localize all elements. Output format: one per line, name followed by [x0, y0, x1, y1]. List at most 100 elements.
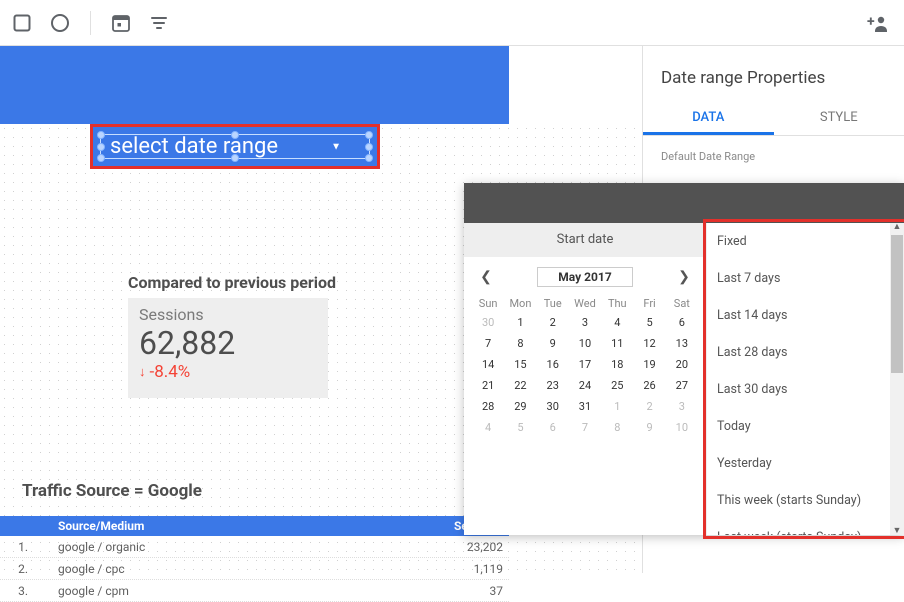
calendar-day[interactable]: 7: [569, 417, 601, 438]
section-default-date-range: Default Date Range: [643, 136, 904, 177]
resize-handle[interactable]: [365, 143, 373, 151]
calendar-day[interactable]: 10: [569, 333, 601, 354]
toolbar: +: [0, 0, 904, 46]
calendar-day[interactable]: 5: [633, 312, 665, 333]
calendar-day[interactable]: 29: [504, 396, 536, 417]
row-source: google / cpc: [40, 562, 413, 576]
row-sessions: 37: [413, 584, 503, 598]
calendar-column: Start date ❮ May 2017 ❯ SunMonTueWedThuF…: [464, 223, 706, 535]
resize-handle[interactable]: [97, 154, 105, 162]
calendar-day[interactable]: 30: [537, 396, 569, 417]
dow-label: Sat: [666, 297, 698, 310]
calendar-day[interactable]: 12: [633, 333, 665, 354]
range-option[interactable]: Last week (starts Sunday): [707, 519, 904, 535]
arrow-down-icon: ↓: [139, 364, 146, 380]
calendar-day[interactable]: 9: [633, 417, 665, 438]
date-range-selector[interactable]: select date range ▼: [90, 124, 380, 169]
calendar-day[interactable]: 16: [537, 354, 569, 375]
range-option[interactable]: Last 14 days: [707, 297, 904, 334]
prev-month-icon[interactable]: ❮: [476, 269, 496, 285]
calendar-day[interactable]: 14: [472, 354, 504, 375]
row-index: 1.: [0, 540, 40, 554]
row-sessions: 1,119: [413, 562, 503, 576]
next-month-icon[interactable]: ❯: [674, 269, 694, 285]
calendar-day[interactable]: 19: [633, 354, 665, 375]
filter-icon[interactable]: [147, 11, 171, 35]
calendar-month[interactable]: May 2017: [537, 267, 632, 287]
calendar-day[interactable]: 27: [666, 375, 698, 396]
range-option[interactable]: Last 7 days: [707, 260, 904, 297]
calendar-day[interactable]: 25: [601, 375, 633, 396]
calendar-day[interactable]: 4: [601, 312, 633, 333]
resize-handle[interactable]: [97, 143, 105, 151]
calendar-day[interactable]: 6: [666, 312, 698, 333]
calendar-day[interactable]: 8: [601, 417, 633, 438]
calendar-day[interactable]: 23: [537, 375, 569, 396]
dow-label: Mon: [504, 297, 536, 310]
tab-data[interactable]: DATA: [643, 100, 774, 135]
calendar-day[interactable]: 15: [504, 354, 536, 375]
range-option[interactable]: Fixed: [707, 223, 904, 260]
range-option[interactable]: Last 28 days: [707, 334, 904, 371]
toolbar-divider: [90, 11, 91, 35]
calendar-day[interactable]: 6: [537, 417, 569, 438]
resize-handle[interactable]: [365, 131, 373, 139]
scroll-down-icon[interactable]: ▼: [892, 526, 902, 536]
calendar-day[interactable]: 5: [504, 417, 536, 438]
calendar-day[interactable]: 9: [537, 333, 569, 354]
range-option[interactable]: This week (starts Sunday): [707, 482, 904, 519]
calendar-day[interactable]: 17: [569, 354, 601, 375]
report-header: [0, 46, 509, 124]
kpi-delta-value: -8.4%: [150, 362, 191, 382]
calendar-day[interactable]: 22: [504, 375, 536, 396]
range-option[interactable]: Yesterday: [707, 445, 904, 482]
dow-label: Sun: [472, 297, 504, 310]
calendar-day[interactable]: 28: [472, 396, 504, 417]
dow-label: Wed: [569, 297, 601, 310]
calendar-day[interactable]: 2: [537, 312, 569, 333]
table-row: 1.google / organic23,202: [0, 536, 509, 558]
circle-tool-icon[interactable]: [48, 11, 72, 35]
row-source: google / cpm: [40, 584, 413, 598]
calendar-day[interactable]: 8: [504, 333, 536, 354]
start-date-tab[interactable]: Start date: [464, 223, 706, 257]
resize-handle[interactable]: [97, 131, 105, 139]
calendar-day[interactable]: 31: [569, 396, 601, 417]
calendar-day[interactable]: 13: [666, 333, 698, 354]
calendar-day[interactable]: 24: [569, 375, 601, 396]
row-source: google / organic: [40, 540, 413, 554]
calendar-day[interactable]: 1: [504, 312, 536, 333]
scroll-up-icon[interactable]: ▲: [892, 222, 902, 232]
resize-handle[interactable]: [231, 154, 239, 162]
calendar-day[interactable]: 3: [666, 396, 698, 417]
range-option[interactable]: Today: [707, 408, 904, 445]
resize-handle[interactable]: [231, 131, 239, 139]
row-index: 3.: [0, 584, 40, 598]
date-range-label: select date range: [110, 134, 278, 159]
range-option[interactable]: Last 30 days: [707, 371, 904, 408]
calendar-day[interactable]: 1: [601, 396, 633, 417]
scroll-thumb[interactable]: [891, 235, 903, 373]
calendar-day[interactable]: 3: [569, 312, 601, 333]
svg-text:+: +: [867, 14, 875, 30]
add-person-icon[interactable]: +: [866, 11, 890, 35]
calendar-day[interactable]: 2: [633, 396, 665, 417]
tab-style[interactable]: STYLE: [774, 100, 904, 135]
kpi-card: Sessions 62,882 ↓ -8.4%: [128, 298, 328, 398]
filter-label: Traffic Source = Google: [22, 481, 202, 501]
calendar-day[interactable]: 20: [666, 354, 698, 375]
calendar-day[interactable]: 18: [601, 354, 633, 375]
calendar-day[interactable]: 30: [472, 312, 504, 333]
calendar-day[interactable]: 4: [472, 417, 504, 438]
calendar-day[interactable]: 7: [472, 333, 504, 354]
range-dropdown: FixedLast 7 daysLast 14 daysLast 28 days…: [706, 223, 904, 535]
calendar-day[interactable]: 11: [601, 333, 633, 354]
caret-down-icon: ▼: [331, 141, 341, 152]
resize-handle[interactable]: [365, 154, 373, 162]
calendar-day[interactable]: 10: [666, 417, 698, 438]
calendar-day[interactable]: 26: [633, 375, 665, 396]
rectangle-tool-icon[interactable]: [10, 11, 34, 35]
calendar-icon[interactable]: [109, 11, 133, 35]
scrollbar[interactable]: ▲ ▼: [890, 223, 904, 535]
calendar-day[interactable]: 21: [472, 375, 504, 396]
